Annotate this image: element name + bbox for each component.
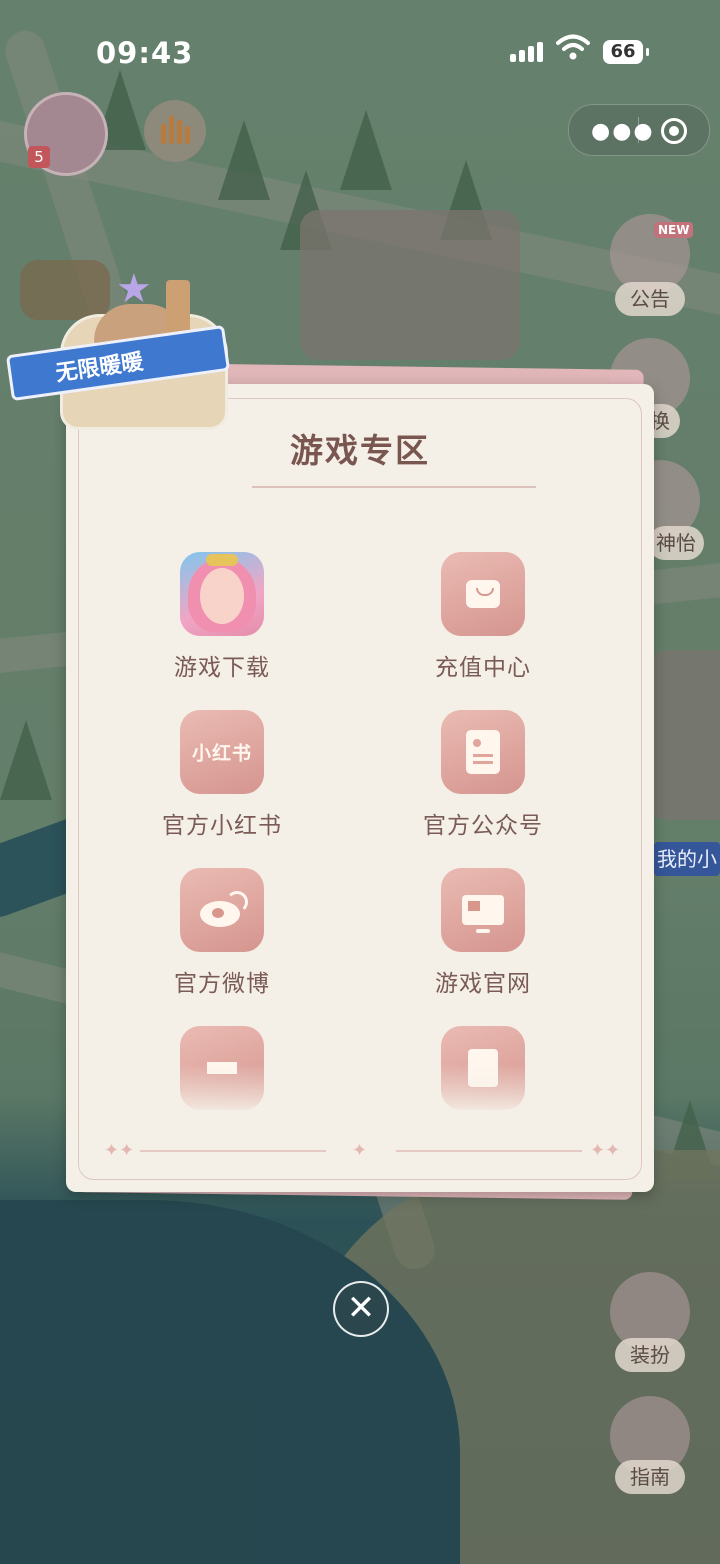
item-label: 游戏下载 bbox=[174, 655, 270, 681]
game-zone-modal: ★ 无限暖暖 游戏专区 游戏下载 充值中心 小红书 官方小红书 官方公众号 官方… bbox=[5, 266, 654, 1192]
side-button-relax-label: 神怡 bbox=[648, 526, 704, 560]
sparkle-icon: ✦✦ bbox=[590, 1140, 621, 1161]
xiaohongshu-logo-text: 小红书 bbox=[191, 742, 253, 765]
weibo-icon bbox=[180, 868, 264, 952]
document-icon bbox=[441, 710, 525, 794]
item-label: 官方公众号 bbox=[423, 813, 543, 839]
item-label: 游戏官网 bbox=[435, 971, 531, 997]
level-badge: 5 bbox=[28, 146, 50, 168]
close-icon[interactable]: ✕ bbox=[333, 1281, 389, 1337]
status-time: 09:43 bbox=[96, 36, 194, 70]
modal-title: 游戏专区 bbox=[290, 431, 430, 470]
sparkle-icon: ✦ bbox=[352, 1140, 368, 1161]
grid-item-official-website[interactable]: 游戏官网 bbox=[383, 868, 583, 998]
status-bar: 09:43 66 bbox=[0, 0, 720, 100]
more-dots-icon[interactable]: ●●● bbox=[591, 119, 655, 144]
shopping-bag-icon bbox=[441, 552, 525, 636]
side-button-guide-label: 指南 bbox=[615, 1460, 685, 1494]
grid-item-official-account[interactable]: 官方公众号 bbox=[383, 710, 583, 840]
miniprogram-capsule: ●●● bbox=[568, 104, 710, 156]
decor-line bbox=[396, 1150, 582, 1152]
battery-icon: 66 bbox=[603, 40, 649, 64]
star-icon: ★ bbox=[116, 266, 152, 312]
grid-item-recharge-center[interactable]: 充值中心 bbox=[383, 552, 583, 682]
house-sign: 我的小 bbox=[654, 842, 720, 876]
xiaohongshu-icon: 小红书 bbox=[180, 710, 264, 794]
sparkle-icon: ✦✦ bbox=[104, 1140, 135, 1161]
item-label: 官方小红书 bbox=[162, 813, 282, 839]
decor-line bbox=[140, 1150, 326, 1152]
title-divider bbox=[252, 486, 536, 488]
side-button-notice-label: 公告 bbox=[615, 282, 685, 316]
grid-item-game-download[interactable]: 游戏下载 bbox=[122, 552, 322, 682]
side-button-dressup-label: 装扮 bbox=[615, 1338, 685, 1372]
item-label: 官方微博 bbox=[174, 971, 270, 997]
game-app-icon bbox=[180, 552, 264, 636]
cell-signal-icon bbox=[510, 42, 546, 62]
grid-item-official-xiaohongshu[interactable]: 小红书 官方小红书 bbox=[122, 710, 322, 840]
scroll-fade-mask bbox=[80, 1064, 640, 1124]
item-label: 充值中心 bbox=[435, 655, 531, 681]
game-feature-badge: ★ 无限暖暖 bbox=[5, 266, 256, 494]
new-tag: NEW bbox=[654, 222, 694, 238]
monitor-icon bbox=[441, 868, 525, 952]
capsule-divider bbox=[638, 117, 639, 143]
music-icon[interactable] bbox=[144, 100, 206, 162]
wifi-icon bbox=[556, 34, 590, 64]
grid-item-official-weibo[interactable]: 官方微博 bbox=[122, 868, 322, 998]
target-circle-icon[interactable] bbox=[661, 118, 687, 144]
